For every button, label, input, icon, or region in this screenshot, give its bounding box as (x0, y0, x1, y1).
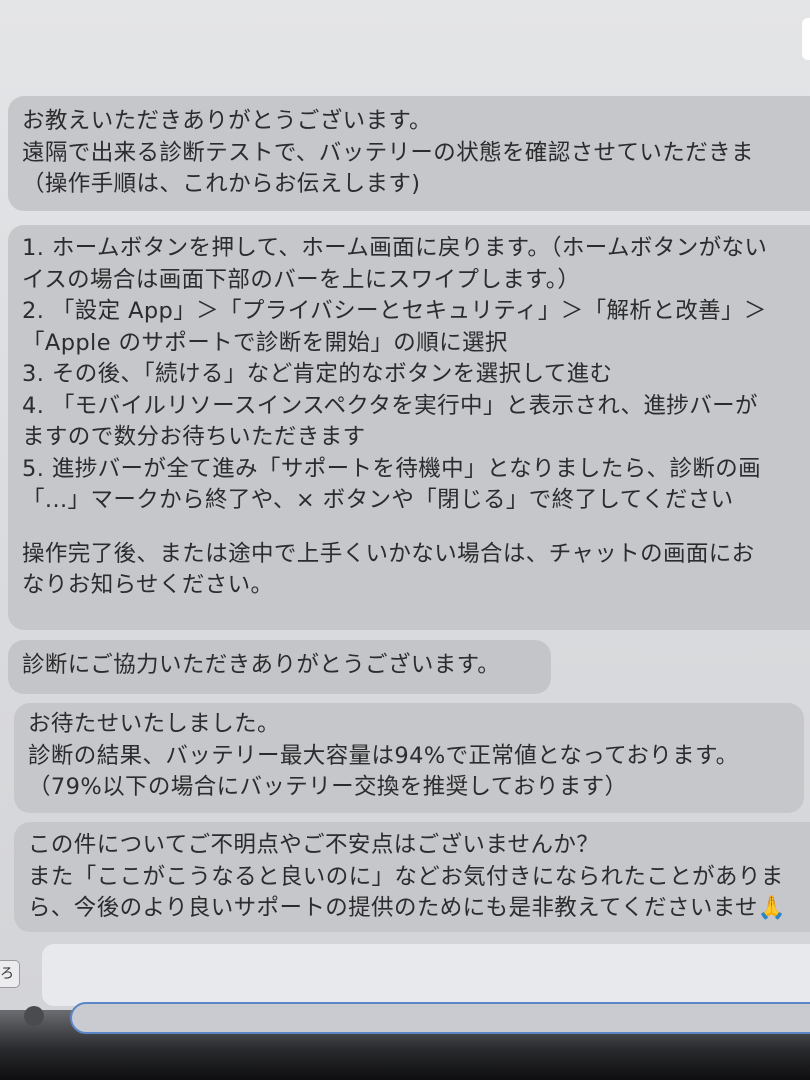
message-line: この件についてご不明点やご不安点はございませんか？ (28, 832, 600, 858)
message-line: 2. 「設定 App」＞「プライバシーとセキュリティ」＞「解析と改善」＞ (22, 298, 767, 324)
message-line: （操作手順は、これからお伝えします) (22, 171, 421, 197)
message-line: 4. 「モバイルリソースインスペクタを実行中」と表示され、進捗バーが (22, 392, 758, 419)
attachment-icon[interactable] (24, 1006, 44, 1026)
message-input[interactable] (70, 1002, 810, 1034)
message-line: ますので数分お待ちいただきます (22, 424, 366, 450)
composer-left-button[interactable]: ろ (0, 960, 20, 988)
message-bubble-result: お待たせいたしました。 診断の結果、バッテリー最大容量は94%で正常値となってお… (14, 703, 804, 813)
message-bubble-followup: この件についてご不明点やご不安点はございませんか？ また「ここがこうなると良いの… (14, 822, 810, 932)
message-bubble-cooperation: 診断にご協力いただきありがとうございます。 (8, 640, 551, 694)
message-bubble-instructions: 1. ホームボタンを押して、ホーム画面に戻ります。（ホームボタンがない イスの場… (8, 225, 810, 630)
message-line: 「Apple のサポートで診断を開始」の順に選択 (22, 329, 508, 356)
message-line: お教えいただきありがとうございます。 (22, 108, 432, 134)
composer-area[interactable] (42, 944, 810, 1006)
status-indicator (802, 18, 810, 60)
message-line: 診断の結果、バッテリー最大容量は94%で正常値となっております。 (28, 742, 739, 769)
message-line: 5. 進捗バーが全て進み「サポートを待機中」となりましたら、診断の画 (22, 455, 762, 482)
message-line: 診断にご協力いただきありがとうございます。 (22, 652, 501, 678)
message-bubble-thanks: お教えいただきありがとうございます。 遠隔で出来る診断テストで、バッテリーの状態… (8, 96, 810, 211)
message-line: イスの場合は画面下部のバーを上にスワイプします。） (22, 266, 581, 293)
message-line: ら、今後のより良いサポートの提供のためにも是非教えてくださいませ🙏 (28, 895, 787, 921)
message-line: お待たせいたしました。 (28, 711, 280, 737)
message-line: 遠隔で出来る診断テストで、バッテリーの状態を確認させていただきま (22, 139, 754, 166)
message-line: 1. ホームボタンを押して、ホーム画面に戻ります。（ホームボタンがない (22, 235, 768, 261)
message-line: （79%以下の場合にバッテリー交換を推奨しております） (28, 774, 628, 800)
message-line: 3. その後、「続ける」など肯定的なボタンを選択して進む (22, 361, 613, 387)
message-line: 操作完了後、または途中で上手くいかない場合は、チャットの画面にお (22, 540, 755, 567)
message-line: 「...」マークから終了や、× ボタンや「閉じる」で終了してください (22, 487, 734, 513)
chat-screen: お教えいただきありがとうございます。 遠隔で出来る診断テストで、バッテリーの状態… (0, 0, 810, 1080)
message-line: なりお知らせください。 (22, 572, 274, 598)
message-line: また「ここがこうなると良いのに」などお気付きになられたことがありま (28, 863, 784, 890)
